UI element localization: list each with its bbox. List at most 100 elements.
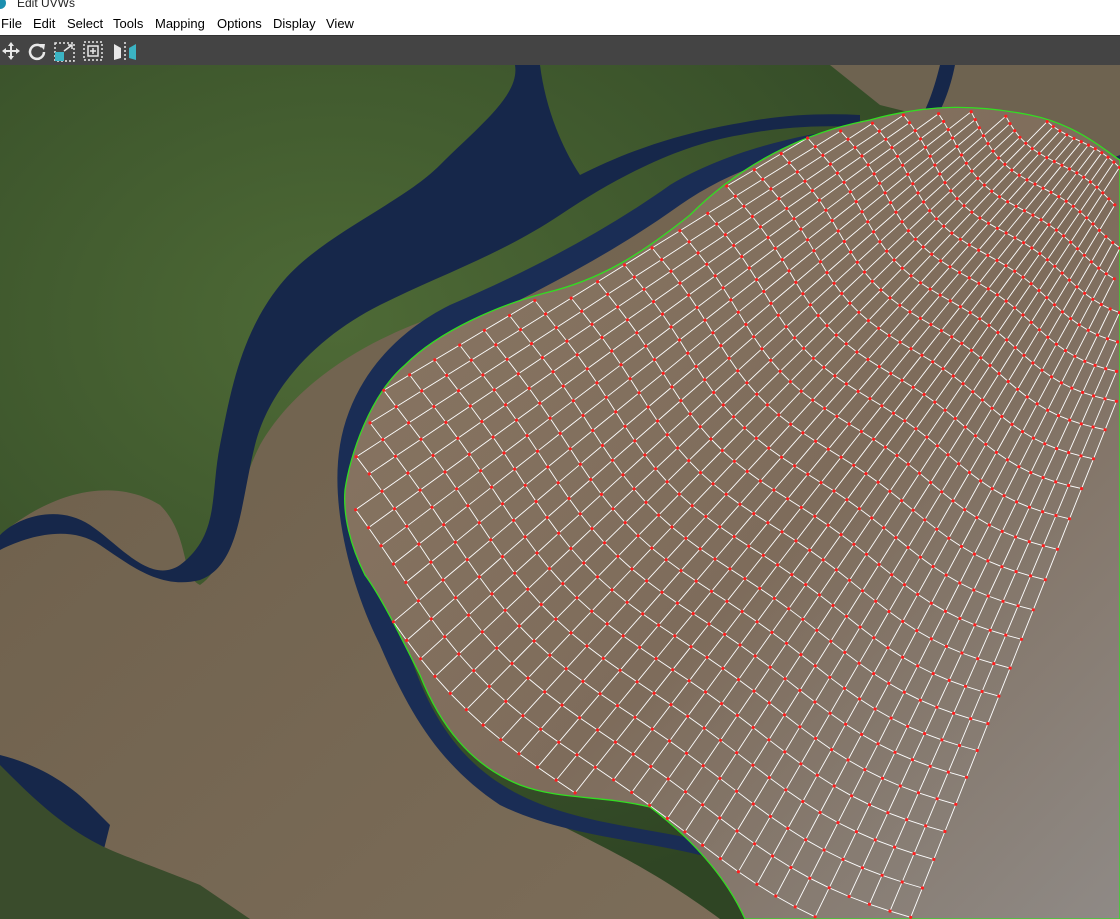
uv-vertex[interactable] (504, 699, 508, 704)
uv-vertex[interactable] (939, 259, 943, 263)
uv-vertex[interactable] (938, 172, 942, 176)
uv-vertex[interactable] (815, 773, 819, 777)
uv-vertex[interactable] (1037, 288, 1041, 293)
uv-vertex[interactable] (755, 882, 759, 886)
uv-vertex[interactable] (900, 266, 904, 270)
uv-vertex[interactable] (554, 778, 558, 782)
uv-vertex[interactable] (834, 333, 838, 337)
uv-vertex[interactable] (1015, 500, 1019, 504)
uv-vertex[interactable] (958, 237, 963, 241)
uv-vertex[interactable] (721, 403, 725, 407)
uv-vertex[interactable] (951, 499, 955, 503)
uv-vertex[interactable] (969, 110, 973, 114)
uv-vertex[interactable] (703, 378, 707, 382)
uv-vertex[interactable] (868, 397, 872, 401)
uv-vertex[interactable] (625, 318, 630, 322)
uv-vertex[interactable] (931, 672, 935, 676)
uv-vertex[interactable] (1015, 387, 1020, 391)
uv-vertex[interactable] (367, 472, 371, 476)
uv-vertex[interactable] (900, 499, 904, 503)
uv-vertex[interactable] (650, 546, 654, 550)
uv-vertex[interactable] (1054, 228, 1058, 232)
uv-vertex[interactable] (872, 437, 876, 441)
uv-vertex[interactable] (892, 258, 896, 262)
uv-vertex[interactable] (448, 691, 452, 696)
uv-vertex[interactable] (906, 545, 910, 550)
uv-vertex[interactable] (595, 728, 600, 732)
uv-vertex[interactable] (806, 136, 810, 140)
uv-vertex[interactable] (416, 599, 420, 603)
uv-vertex[interactable] (665, 480, 669, 484)
uv-vertex[interactable] (464, 708, 468, 712)
uv-vertex[interactable] (1008, 122, 1012, 126)
uv-vertex[interactable] (679, 569, 683, 573)
uv-vertex[interactable] (762, 289, 766, 294)
uv-vertex[interactable] (932, 857, 936, 862)
uv-vertex[interactable] (997, 371, 1001, 376)
uv-vertex[interactable] (711, 331, 715, 335)
uv-vertex[interactable] (997, 156, 1001, 160)
uv-vertex[interactable] (589, 477, 593, 482)
uv-vertex[interactable] (605, 622, 609, 626)
uv-vertex[interactable] (827, 886, 831, 890)
uv-vertex[interactable] (538, 401, 542, 405)
uv-vertex[interactable] (931, 564, 935, 569)
uv-vertex[interactable] (646, 405, 650, 409)
menu-mapping[interactable]: Mapping (155, 16, 205, 31)
uv-vertex[interactable] (745, 381, 749, 385)
uv-vertex[interactable] (794, 539, 798, 543)
uv-vertex[interactable] (557, 740, 561, 744)
uv-vertex[interactable] (575, 753, 579, 757)
uv-vertex[interactable] (702, 726, 706, 730)
uv-vertex[interactable] (1055, 447, 1059, 451)
uv-vertex[interactable] (920, 886, 925, 890)
uv-vertex[interactable] (1047, 223, 1051, 227)
uv-vertex[interactable] (1086, 143, 1090, 147)
uv-vertex[interactable] (842, 180, 846, 184)
uv-vertex[interactable] (779, 152, 783, 156)
uv-editor-viewport[interactable] (0, 65, 1120, 919)
uv-vertex[interactable] (732, 243, 736, 248)
uv-vertex[interactable] (743, 426, 747, 430)
uv-vertex[interactable] (1017, 465, 1021, 469)
uv-vertex[interactable] (844, 342, 848, 346)
uv-vertex[interactable] (645, 579, 649, 583)
uv-vertex[interactable] (1049, 375, 1054, 379)
uv-vertex[interactable] (1001, 599, 1005, 603)
uv-vertex[interactable] (638, 645, 642, 650)
uv-vertex[interactable] (1075, 285, 1079, 289)
uv-vertex[interactable] (1013, 129, 1017, 133)
uv-vertex[interactable] (1010, 168, 1014, 172)
uv-vertex[interactable] (758, 225, 763, 229)
uv-vertex[interactable] (769, 358, 773, 362)
uv-vertex[interactable] (778, 369, 782, 373)
uv-vertex[interactable] (543, 690, 547, 694)
uv-vertex[interactable] (590, 609, 594, 613)
uv-vertex[interactable] (784, 641, 789, 645)
uv-vertex[interactable] (578, 462, 582, 466)
uv-vertex[interactable] (728, 567, 732, 571)
uv-vertex[interactable] (1013, 236, 1017, 240)
uv-vertex[interactable] (931, 360, 935, 364)
uv-vertex[interactable] (847, 422, 851, 426)
uv-vertex[interactable] (433, 674, 437, 679)
uv-vertex[interactable] (909, 347, 913, 351)
uv-vertex[interactable] (929, 637, 933, 641)
uv-vertex[interactable] (467, 452, 471, 456)
uv-vertex[interactable] (1104, 367, 1108, 371)
uv-vertex[interactable] (560, 703, 564, 707)
uv-vertex[interactable] (866, 220, 870, 224)
uv-vertex[interactable] (382, 388, 386, 392)
uv-vertex[interactable] (420, 389, 424, 393)
uv-vertex[interactable] (456, 436, 460, 440)
uv-vertex[interactable] (977, 126, 981, 130)
uv-vertex[interactable] (752, 512, 756, 516)
uv-vertex[interactable] (844, 722, 848, 726)
uv-vertex[interactable] (918, 555, 923, 559)
uv-vertex[interactable] (768, 665, 772, 669)
uv-vertex[interactable] (798, 725, 802, 729)
uv-vertex[interactable] (982, 183, 987, 187)
uv-vertex[interactable] (844, 382, 849, 386)
uv-vertex[interactable] (1091, 297, 1095, 301)
uv-vertex[interactable] (698, 547, 702, 551)
